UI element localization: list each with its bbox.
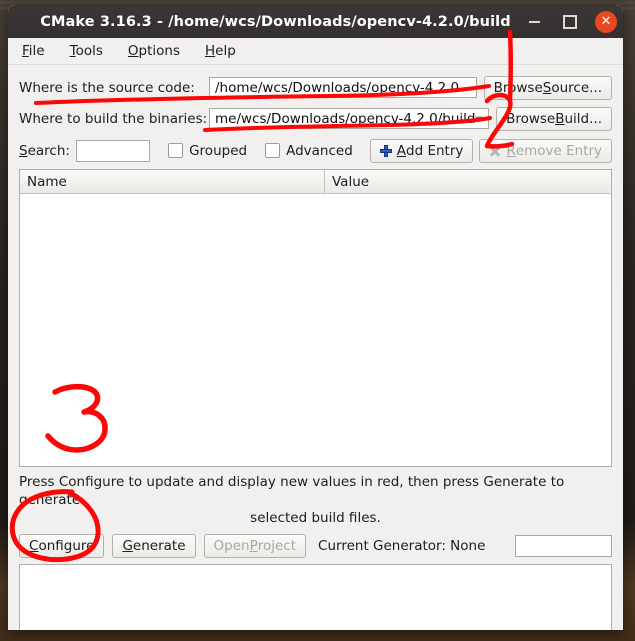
generate-label: enerate [132, 538, 186, 554]
open-project-label-pre: Open [213, 538, 250, 554]
title-bar[interactable]: CMake 3.16.3 - /home/wcs/Downloads/openc… [8, 5, 623, 38]
add-entry-mnemonic: A [396, 142, 407, 159]
browse-build-mnemonic: B [555, 110, 565, 127]
grouped-label: Grouped [189, 142, 248, 159]
open-project-label-post: roject [257, 538, 297, 554]
status-line-2: selected build files. [250, 510, 381, 526]
build-binaries-label: Where to build the binaries: [19, 110, 208, 127]
menu-file-label: ile [28, 43, 45, 59]
menu-options-mnemonic: O [127, 43, 139, 59]
browse-source-label-pre: Browse [493, 79, 543, 96]
browse-build-label-pre: Browse [506, 110, 556, 127]
build-binaries-row: Where to build the binaries: me/wcs/Down… [19, 104, 612, 133]
advanced-checkbox-box[interactable] [265, 143, 281, 158]
menu-item-file[interactable]: File [19, 42, 48, 60]
build-path-combobox[interactable]: me/wcs/Downloads/opencv-4.2.0/build [209, 108, 490, 129]
search-input[interactable] [75, 139, 151, 162]
chevron-down-icon[interactable] [475, 116, 484, 121]
source-code-row: Where is the source code: /home/wcs/Down… [19, 73, 612, 102]
menu-item-options[interactable]: Options [125, 42, 183, 60]
current-generator-label: Current Generator: None [318, 538, 486, 554]
status-line-1: Press Configure to update and display ne… [19, 474, 565, 508]
maximize-button[interactable] [559, 11, 581, 33]
generate-mnemonic: G [122, 538, 133, 554]
menu-item-help[interactable]: Help [202, 42, 239, 60]
browse-build-label-post: uild... [564, 110, 602, 127]
advanced-checkbox[interactable]: Advanced [265, 143, 353, 159]
status-message: Press Configure to update and display ne… [19, 473, 612, 527]
open-project-mnemonic: P [249, 538, 258, 554]
menu-help-label: elp [215, 43, 236, 59]
menu-tools-label: ools [75, 43, 103, 59]
browse-build-button[interactable]: Browse Build... [496, 106, 612, 131]
generate-button[interactable]: Generate [112, 534, 196, 558]
remove-entry-button: Remove Entry [479, 138, 612, 163]
configure-button[interactable]: Configure [19, 534, 105, 558]
search-label: Search: [19, 143, 70, 159]
remove-entry-mnemonic: R [506, 142, 516, 159]
menu-item-tools[interactable]: Tools [67, 42, 106, 60]
build-path-value: me/wcs/Downloads/opencv-4.2.0/build [215, 110, 476, 127]
cache-table-rows[interactable] [20, 194, 611, 466]
column-header-value[interactable]: Value [325, 170, 611, 193]
grouped-checkbox-box[interactable] [168, 143, 184, 158]
search-mnemonic: S [19, 142, 28, 159]
output-log-panel[interactable]: CSDN @Slamfive [19, 564, 612, 630]
browse-source-mnemonic: S [542, 79, 552, 96]
browse-source-button[interactable]: Browse Source... [483, 75, 612, 100]
menu-bar: File Tools Options Help [8, 38, 623, 65]
browse-source-label-post: ource... [551, 79, 602, 96]
grouped-checkbox[interactable]: Grouped [168, 143, 247, 159]
window-controls: ✕ [523, 5, 617, 38]
menu-options-label: ptions [138, 43, 180, 59]
add-entry-label: dd Entry [406, 142, 464, 159]
window-title: CMake 3.16.3 - /home/wcs/Downloads/openc… [40, 13, 511, 30]
menu-file-mnemonic: F [22, 43, 29, 59]
advanced-label: Advanced [286, 142, 353, 159]
source-path-input[interactable]: /home/wcs/Downloads/opencv-4.2.0 [209, 77, 477, 98]
cache-entries-table[interactable]: Name Value [19, 169, 612, 467]
minimize-icon [528, 20, 540, 23]
maximize-icon [563, 14, 577, 29]
menu-help-mnemonic: H [204, 43, 216, 59]
cache-toolbar: Search: Grouped Advanced Add Entry Remov… [19, 135, 612, 166]
add-entry-button[interactable]: Add Entry [369, 138, 474, 163]
cache-table-header: Name Value [20, 170, 611, 194]
configure-mnemonic: C [29, 538, 39, 554]
search-label-rest: earch: [27, 142, 70, 159]
close-button[interactable]: ✕ [595, 10, 617, 33]
configure-label: onfigure [38, 538, 95, 554]
generator-field[interactable] [515, 535, 612, 557]
remove-entry-label: emove Entry [515, 142, 602, 159]
main-content: Where is the source code: /home/wcs/Down… [8, 65, 623, 630]
close-icon: ✕ [600, 14, 612, 29]
action-button-row: Configure Generate Open Project Current … [19, 534, 612, 558]
x-icon [489, 145, 501, 157]
plus-icon [379, 144, 392, 157]
open-project-button: Open Project [203, 534, 307, 558]
source-code-label: Where is the source code: [19, 79, 195, 96]
column-header-name[interactable]: Name [20, 170, 325, 193]
cmake-gui-window: CMake 3.16.3 - /home/wcs/Downloads/openc… [8, 5, 623, 630]
minimize-button[interactable] [523, 11, 545, 33]
